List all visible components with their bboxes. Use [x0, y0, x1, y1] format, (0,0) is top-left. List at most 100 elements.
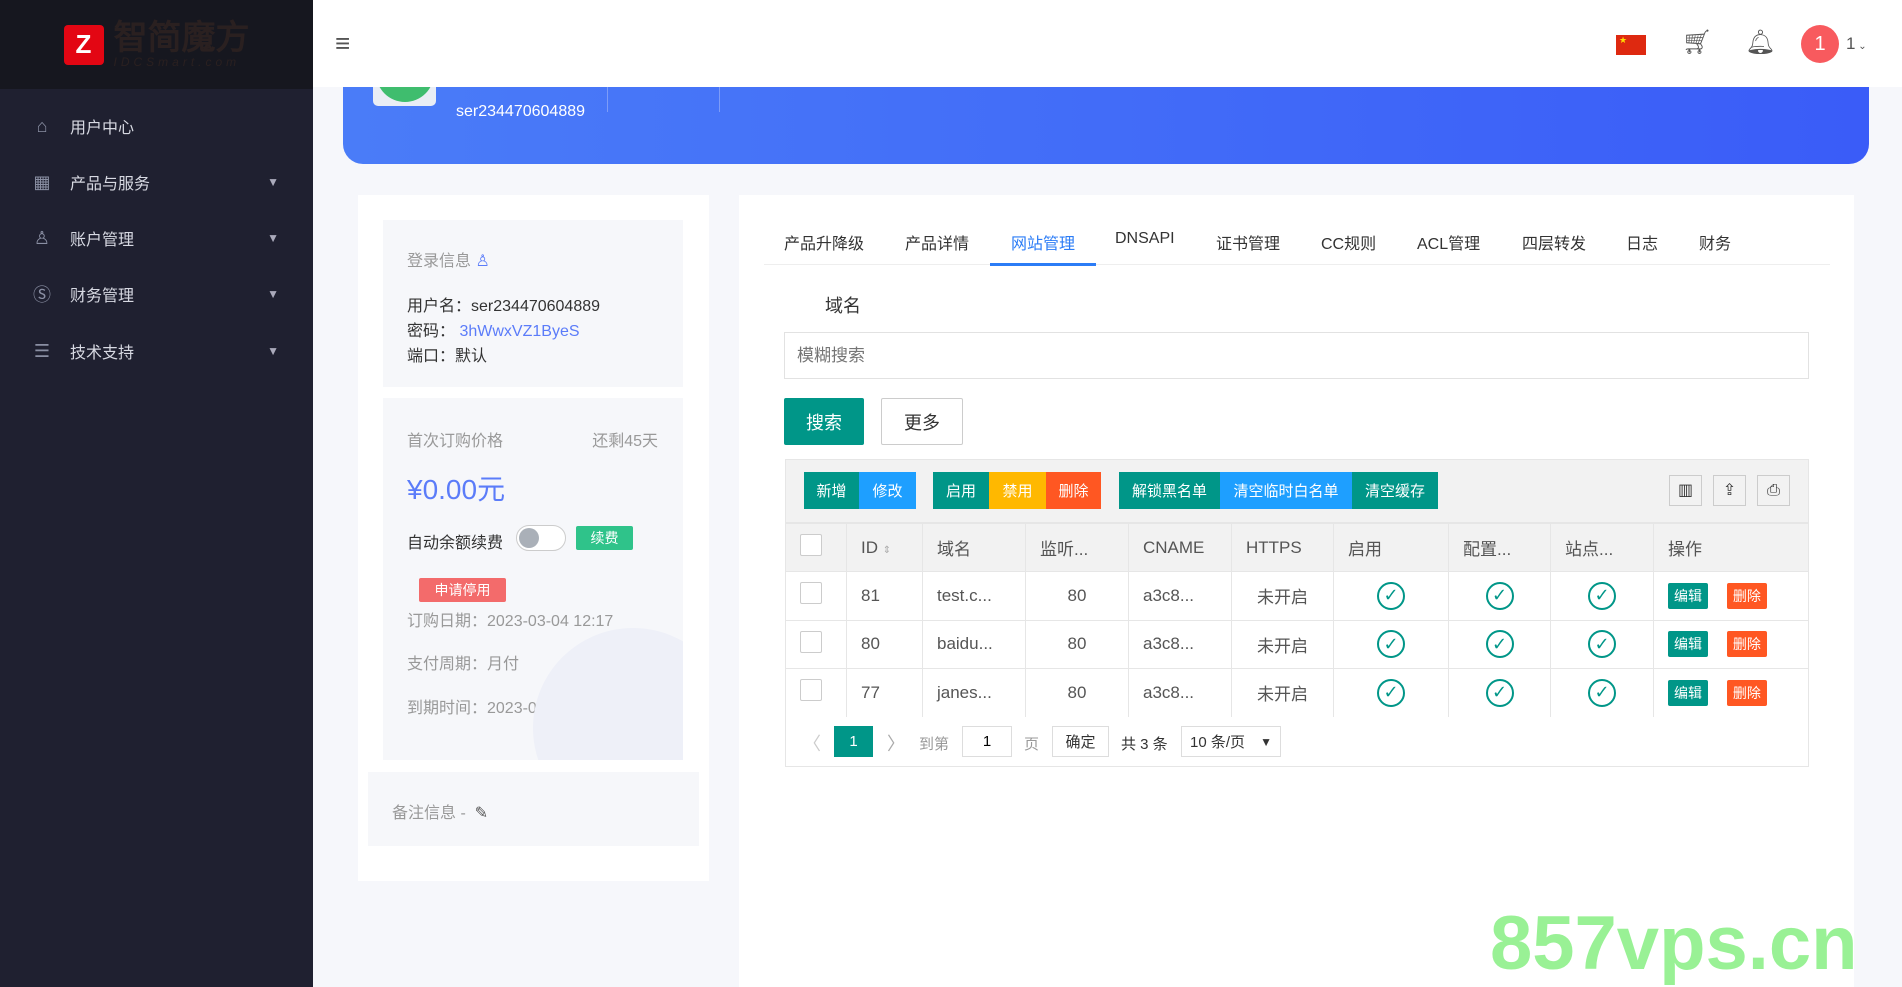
password[interactable]: 3hWwxVZ1ByeS	[459, 323, 579, 340]
sort-icon[interactable]: ⇕	[883, 545, 891, 556]
tab-cc-rules[interactable]: CC规则	[1321, 230, 1376, 254]
tab-acl[interactable]: ACL管理	[1417, 230, 1480, 254]
cell-site: ✓	[1550, 619, 1654, 669]
page-1-button[interactable]: 1	[834, 726, 873, 757]
check-circle-icon: ✓	[1485, 630, 1514, 659]
menu-toggle-icon[interactable]: ≡	[335, 28, 350, 59]
cart-icon[interactable]: 🛒︎	[1682, 28, 1712, 57]
edit-pencil-icon[interactable]: ✎	[475, 805, 488, 822]
tab-divider	[764, 264, 1830, 265]
tab-finance[interactable]: 财务	[1699, 230, 1731, 254]
cell-config: ✓	[1448, 571, 1551, 621]
domain-search-input[interactable]	[784, 332, 1809, 379]
total-count: 共 3 条	[1121, 736, 1168, 753]
cell-site: ✓	[1550, 668, 1654, 718]
label: 技术支持	[70, 345, 135, 362]
dollar-icon: Ⓢ	[33, 285, 51, 305]
col-cname: CNAME	[1128, 523, 1232, 572]
sidebar-item-finance[interactable]: Ⓢ 财务管理 ▼	[0, 271, 313, 317]
tab-certificates[interactable]: 证书管理	[1216, 230, 1280, 254]
unlock-blacklist-button[interactable]: 解锁黑名单	[1119, 472, 1220, 509]
clear-temp-whitelist-button[interactable]: 清空临时白名单	[1220, 472, 1352, 509]
button-group-2: 启用 禁用 删除	[933, 472, 1101, 509]
row-select[interactable]	[785, 668, 847, 718]
user-menu[interactable]: 1 ⌄	[1846, 34, 1867, 54]
remark-box: 备注信息 - ✎	[368, 772, 699, 846]
row-edit-button[interactable]: 编辑	[1668, 679, 1708, 706]
sidebar-item-products[interactable]: ▦ 产品与服务 ▼	[0, 159, 313, 205]
next-page-icon[interactable]: 〉	[887, 730, 905, 756]
auto-renew-toggle[interactable]	[516, 525, 566, 551]
row-delete-button[interactable]: 删除	[1726, 679, 1767, 706]
money-bag-decoration-icon	[533, 628, 683, 760]
tab-dnsapi[interactable]: DNSAPI	[1115, 230, 1175, 248]
order-date: 订购日期：2023-03-04 12:17	[407, 613, 614, 630]
header-label: ID	[861, 537, 878, 557]
cell-actions: 编辑 删除	[1653, 619, 1809, 669]
row-select[interactable]	[785, 571, 847, 621]
per-page-select[interactable]: 10 条/页 ▼	[1181, 726, 1281, 757]
row-checkbox[interactable]	[800, 630, 822, 653]
export-icon[interactable]: ⇪	[1713, 475, 1746, 506]
tab-site-management[interactable]: 网站管理	[1011, 230, 1075, 254]
china-flag-icon[interactable]: ★	[1616, 35, 1646, 55]
prev-page-icon[interactable]: 〈	[803, 730, 821, 756]
check-circle-icon: ✓	[1485, 581, 1514, 610]
row-checkbox[interactable]	[800, 679, 822, 702]
row-delete-button[interactable]: 删除	[1726, 631, 1767, 658]
add-button[interactable]: 新增	[804, 472, 859, 509]
page-unit-label: 页	[1024, 736, 1040, 753]
label: 财务管理	[70, 288, 135, 305]
cell-enabled: ✓	[1333, 668, 1449, 718]
page-input[interactable]	[962, 726, 1012, 757]
tab-details[interactable]: 产品详情	[905, 230, 969, 254]
password-row: 密码： 3hWwxVZ1ByeS	[407, 319, 600, 344]
check-circle-icon: ✓	[1588, 630, 1616, 659]
label: 产品与服务	[70, 176, 151, 193]
active-tab-indicator	[990, 263, 1096, 266]
brand-sub: IDCSmart.com	[113, 54, 241, 69]
confirm-page-button[interactable]: 确定	[1052, 726, 1109, 757]
row-edit-button[interactable]: 编辑	[1668, 582, 1708, 609]
delete-button[interactable]: 删除	[1046, 472, 1101, 509]
sidebar-item-support[interactable]: ☰ 技术支持 ▼	[0, 328, 313, 374]
col-https: HTTPS	[1231, 523, 1334, 572]
col-domain: 域名	[922, 523, 1026, 572]
user-icon: ♙	[475, 253, 490, 270]
chevron-down-icon: ▼	[1260, 735, 1272, 749]
row-select[interactable]	[785, 619, 847, 669]
tab-logs[interactable]: 日志	[1626, 230, 1658, 254]
tab-l4-forward[interactable]: 四层转发	[1522, 230, 1586, 254]
row-delete-button[interactable]: 删除	[1726, 582, 1767, 609]
cell-site: ✓	[1550, 571, 1654, 621]
cell-cname: a3c8...	[1128, 668, 1232, 718]
row-edit-button[interactable]: 编辑	[1668, 631, 1708, 658]
select-all[interactable]	[785, 523, 847, 572]
tab-upgrade[interactable]: 产品升降级	[784, 230, 864, 254]
more-button[interactable]: 更多	[881, 398, 963, 445]
clear-cache-button[interactable]: 清空缓存	[1352, 472, 1438, 509]
goto-label: 到第	[919, 736, 950, 753]
chevron-down-icon: ▼	[267, 287, 279, 301]
col-id[interactable]: ID ⇕	[846, 523, 923, 572]
edit-button[interactable]: 修改	[859, 472, 916, 509]
check-circle-icon: ✓	[1377, 581, 1405, 610]
search-button[interactable]: 搜索	[784, 398, 864, 445]
cell-https: 未开启	[1231, 619, 1334, 669]
renew-button[interactable]: 续费	[576, 526, 633, 550]
bell-icon[interactable]: 🔔︎	[1745, 28, 1775, 57]
logo[interactable]: Z 智简魔方 IDCSmart.com	[0, 0, 313, 89]
print-icon[interactable]: ⎙	[1757, 475, 1790, 506]
login-info-box: 登录信息 ♙ 用户名：ser234470604889 密码： 3hWwxVZ1B…	[383, 220, 683, 387]
select-all-checkbox[interactable]	[800, 534, 822, 556]
avatar[interactable]: 1	[1801, 25, 1839, 63]
check-circle-icon: ✓	[1588, 678, 1616, 707]
cell-port: 80	[1025, 619, 1129, 669]
sidebar-item-account[interactable]: ♙ 账户管理 ▼	[0, 215, 313, 261]
sidebar-item-user-center[interactable]: ⌂ 用户中心	[0, 103, 313, 149]
row-checkbox[interactable]	[800, 582, 822, 605]
columns-icon[interactable]: ▥	[1669, 475, 1702, 506]
disable-button[interactable]: 禁用	[989, 472, 1046, 509]
enable-button[interactable]: 启用	[933, 472, 989, 509]
suspend-button[interactable]: 申请停用	[419, 578, 506, 602]
